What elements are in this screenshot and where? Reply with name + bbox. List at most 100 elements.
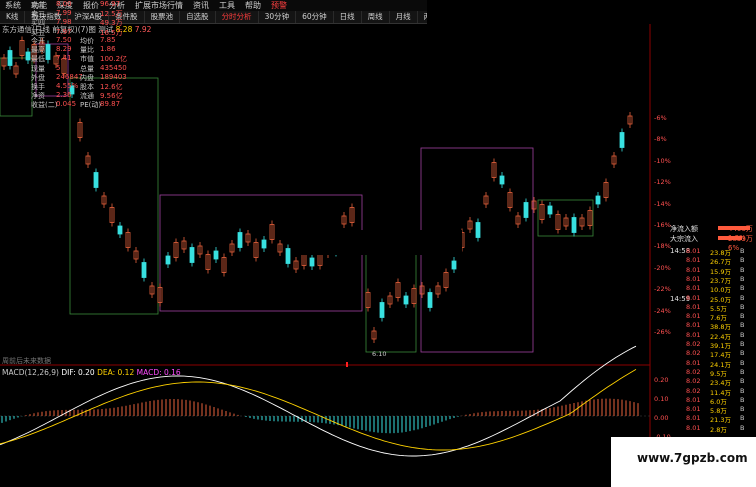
tick-row: 8.01 23.7万 B — [670, 274, 756, 285]
candle-body — [45, 44, 51, 60]
candle-body — [427, 292, 433, 308]
tick-d: B — [740, 265, 745, 274]
candle-body — [261, 239, 267, 249]
tick-d: B — [740, 274, 745, 283]
watermark-text: www.7gpzb.com — [637, 451, 748, 465]
tick-d: B — [740, 423, 745, 432]
macd-name: MACD(12,26,9) — [2, 368, 59, 377]
quote-v: 7.97 — [56, 27, 72, 36]
quote-v: 0.045 — [56, 100, 77, 109]
occlusion-box — [295, 230, 462, 255]
candle-body — [619, 132, 625, 148]
tick-d: B — [740, 367, 745, 376]
inflow-row: 大宗流入 2833万 6% — [670, 234, 756, 252]
tick-d: B — [740, 340, 745, 348]
tick-d: B — [740, 330, 745, 339]
tick-p: 8.01 — [686, 302, 701, 311]
tick-p: 8.01 — [686, 358, 701, 367]
tick-p: 8.02 — [686, 367, 701, 376]
quote-v2: 7.85 — [100, 36, 116, 44]
candle-body — [403, 295, 409, 305]
candle-body — [141, 262, 147, 278]
tick-d: B — [740, 302, 745, 311]
candle-body — [499, 175, 505, 185]
axis-tick-label: -24% — [654, 306, 671, 315]
tick-p: 8.01 — [686, 293, 701, 302]
candle-body — [309, 257, 315, 267]
tick-d: B — [740, 377, 745, 386]
candle-body — [451, 260, 457, 270]
axis-tick-label: -18% — [654, 242, 671, 251]
candle-body — [189, 247, 195, 263]
tick-p: 8.01 — [686, 284, 701, 293]
tick-row: 8.01 5.8万 B — [670, 405, 756, 415]
quote-v: 246847 — [56, 72, 83, 81]
tick-row: 8.01 25.0万 B — [670, 293, 756, 304]
macd-dea: DEA: 0.12 — [97, 368, 135, 377]
tick-p: 8.01 — [686, 321, 701, 330]
macd-label: MACD(12,26,9) DIF: 0.20 DEA: 0.12 MACD: … — [2, 368, 181, 377]
quote-v2: 96.97 — [100, 0, 121, 8]
zone-box — [69, 77, 159, 315]
quote-v: 5 — [56, 63, 61, 72]
candle-body — [213, 250, 219, 260]
quote-v: 4.55% — [56, 82, 79, 90]
quote-v: 7.50 — [56, 36, 72, 44]
tick-row: 8.01 24.1万 B — [670, 358, 756, 369]
candle-body — [7, 50, 13, 66]
dea-line — [0, 369, 637, 451]
tick-d: B — [740, 414, 745, 423]
tick-d: B — [740, 395, 745, 404]
inflow-row: 净流入额4406万 1.3% — [670, 224, 756, 242]
quote-v2: 89.87 — [100, 100, 121, 109]
candle-body — [117, 225, 123, 235]
tick-d: B — [740, 312, 745, 321]
tick-row: 8.01 6.0万 B — [670, 395, 756, 406]
candle-body — [25, 51, 31, 61]
tick-row: 8.01 26.7万 B — [670, 256, 756, 266]
tick-row: 8.01 38.8万 B — [670, 321, 756, 331]
candle-body — [379, 302, 385, 318]
quote-v: 7.98 — [56, 18, 72, 27]
axis-tick-label: -16% — [654, 221, 671, 229]
quote-v: 8.00 — [56, 0, 72, 8]
caption: 周前后未来数据 — [2, 357, 51, 365]
tick-p: 8.01 — [686, 414, 701, 423]
tick-row: 8.01 7.6万 B — [670, 312, 756, 322]
macd-axis-label: 0.20 — [654, 376, 669, 384]
tick-row: 8.01 2.8万 B — [670, 423, 756, 434]
tick-row: 8.01 23.8万 B — [670, 247, 756, 257]
candle-body — [571, 217, 577, 233]
candle-body — [595, 195, 601, 205]
tick-row: 8.01 10.0万 B — [670, 284, 756, 294]
tick-p: 8.01 — [686, 405, 701, 414]
tick-p: 8.02 — [686, 340, 701, 348]
candle-body — [165, 255, 171, 265]
tick-vol: 2.8万 — [710, 425, 727, 434]
macd-axis-label: 0.00 — [654, 414, 669, 422]
quote-v2: 189403 — [100, 72, 127, 81]
tick-row: 8.02 17.4万 B — [670, 349, 756, 359]
tick-p: 8.01 — [686, 330, 701, 339]
axis-tick-label: -20% — [654, 263, 671, 272]
tick-p: 8.01 — [686, 265, 701, 274]
axis-tick-label: -12% — [654, 178, 671, 187]
quote-l: 收益(二) — [31, 101, 58, 110]
tick-row: 8.01 5.5万 B — [670, 302, 756, 313]
tick-p: 8.01 — [686, 256, 701, 265]
tick-p: 8.01 — [686, 274, 701, 283]
tick-p: 8.01 — [686, 395, 701, 404]
tick-row: 8.01 22.4万 B — [670, 330, 756, 341]
tick-p: 8.01 — [686, 312, 701, 321]
quote-l2: PE(动) — [80, 101, 102, 110]
axis-tick-label: -14% — [654, 199, 671, 208]
low-annotation: 6.10 — [372, 350, 387, 358]
inflow-label: 大宗流入 — [670, 235, 698, 243]
tick-d: B — [740, 358, 745, 367]
candle-body — [547, 205, 553, 215]
macd-dif: DIF: 0.20 — [61, 368, 95, 377]
axis-tick-label: -8% — [654, 135, 667, 144]
tick-p: 8.02 — [686, 349, 701, 358]
axis-tick-label: -6% — [654, 114, 667, 122]
tick-d: B — [740, 386, 745, 395]
